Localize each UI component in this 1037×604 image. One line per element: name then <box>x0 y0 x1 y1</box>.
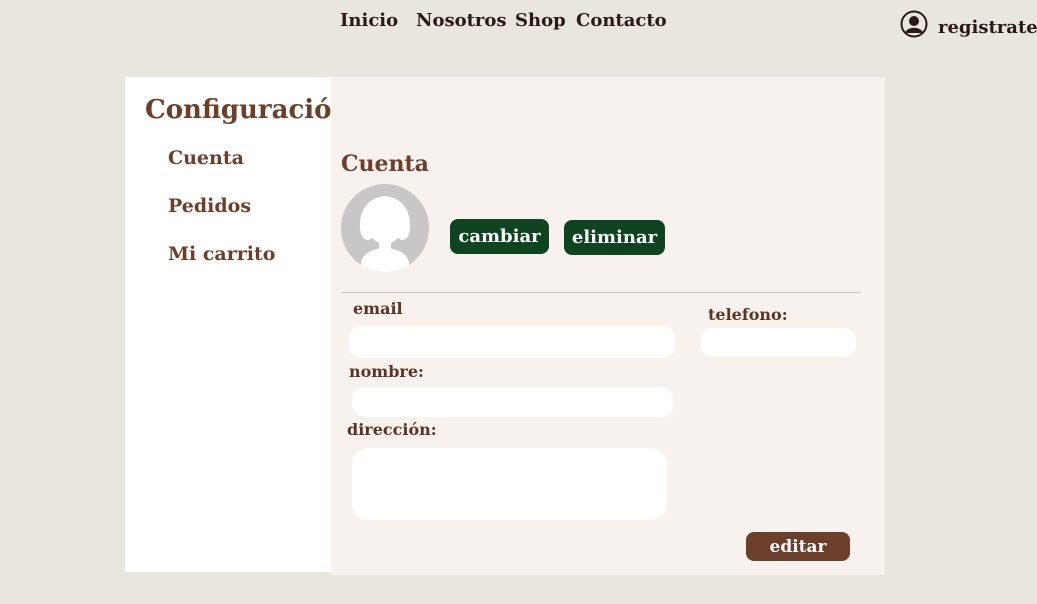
account-panel: Cuenta cambiar eliminar email telefono: … <box>331 77 885 575</box>
change-photo-button[interactable]: cambiar <box>450 219 549 254</box>
phone-label: telefono: <box>708 305 788 324</box>
divider <box>341 292 861 293</box>
edit-button[interactable]: editar <box>746 532 850 561</box>
sidebar-item-pedidos[interactable]: Pedidos <box>168 195 251 217</box>
top-nav: Inicio Nosotros Shop Contacto <box>0 10 1037 34</box>
sidebar-item-mi-carrito[interactable]: Mi carrito <box>168 243 275 265</box>
address-field[interactable] <box>352 448 667 520</box>
name-field[interactable] <box>352 387 673 417</box>
register-label: registrate <box>938 16 1037 38</box>
avatar-placeholder-icon <box>359 196 411 272</box>
nav-shop[interactable]: Shop <box>515 10 566 31</box>
user-circle-icon <box>900 10 928 38</box>
nav-nosotros[interactable]: Nosotros <box>416 10 507 31</box>
settings-sidebar: Configuración Cuenta Pedidos Mi carrito <box>125 77 350 572</box>
delete-photo-button[interactable]: eliminar <box>564 220 665 255</box>
address-label: dirección: <box>347 420 437 439</box>
name-label: nombre: <box>349 362 424 381</box>
register-link[interactable]: registrate <box>900 10 1037 38</box>
sidebar-item-cuenta[interactable]: Cuenta <box>168 147 244 169</box>
sidebar-title: Configuración <box>145 95 351 125</box>
nav-inicio[interactable]: Inicio <box>340 10 398 31</box>
email-label: email <box>353 299 403 318</box>
email-field[interactable] <box>349 326 675 358</box>
page-title: Cuenta <box>341 151 429 177</box>
phone-field[interactable] <box>701 328 856 357</box>
nav-contacto[interactable]: Contacto <box>576 10 667 31</box>
avatar <box>341 184 429 272</box>
